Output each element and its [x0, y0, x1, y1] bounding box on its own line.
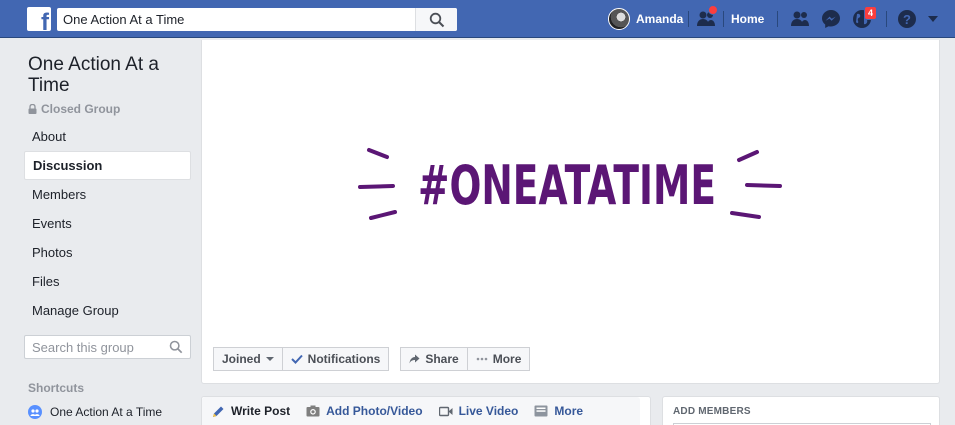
search-icon: [429, 12, 445, 28]
tab-add-photo-video[interactable]: Add Photo/Video: [306, 404, 423, 418]
avatar: [608, 8, 630, 30]
account-menu-button[interactable]: [928, 0, 938, 38]
share-button[interactable]: Share: [400, 347, 468, 371]
tab-label: More: [554, 404, 584, 418]
profile-name: Amanda: [636, 12, 684, 26]
divider: [777, 11, 778, 27]
tab-more[interactable]: More: [534, 404, 583, 418]
home-link[interactable]: Home: [731, 0, 764, 38]
friend-requests-dot: [708, 5, 718, 15]
group-sidebar: One Action At a Time Closed Group About …: [24, 40, 191, 419]
divider: [688, 11, 689, 27]
shortcut-item[interactable]: One Action At a Time: [28, 405, 191, 419]
divider: [886, 11, 887, 27]
cover-hashtag: #ONEATATIME: [418, 154, 716, 217]
checkmark-icon: [290, 354, 303, 364]
caret-down-icon: [265, 357, 274, 361]
lock-icon: [28, 104, 37, 114]
group-title[interactable]: One Action At a Time: [28, 54, 191, 96]
notifications-label: Notifications: [307, 352, 381, 366]
more-icon: [534, 405, 548, 417]
tab-label: Live Video: [458, 404, 519, 418]
sidebar-item-manage-group[interactable]: Manage Group: [24, 296, 191, 325]
caret-down-icon: [928, 16, 938, 22]
shortcut-label: One Action At a Time: [50, 405, 163, 419]
joined-label: Joined: [222, 352, 261, 366]
tab-label: Add Photo/Video: [326, 404, 423, 418]
help-button[interactable]: ?: [897, 0, 917, 38]
group-cover: #ONEATATIME Joined Notifications Share M…: [201, 40, 940, 384]
sidebar-item-members[interactable]: Members: [24, 180, 191, 209]
notifications-button[interactable]: Notifications: [282, 347, 390, 371]
search-icon[interactable]: [169, 340, 183, 354]
home-label: Home: [731, 12, 765, 26]
notifications-count-badge: 4: [864, 6, 878, 20]
post-composer: Write Post Add Photo/Video Live Video Mo…: [201, 396, 651, 425]
composer-tabs: Write Post Add Photo/Video Live Video Mo…: [202, 397, 640, 425]
messenger-button[interactable]: [821, 0, 841, 38]
privacy-label: Closed Group: [41, 102, 121, 116]
sidebar-item-about[interactable]: About: [24, 122, 191, 151]
camera-icon: [306, 405, 320, 417]
group-search-input[interactable]: [25, 336, 155, 358]
group-nav: About Discussion Members Events Photos F…: [24, 122, 191, 325]
facebook-logo-letter: f: [41, 9, 49, 32]
top-navigation-bar: f Amanda Home: [0, 0, 955, 38]
global-search-input[interactable]: [57, 8, 412, 31]
help-icon: ?: [898, 10, 916, 28]
friends-button[interactable]: [790, 0, 810, 38]
share-label: Share: [425, 352, 459, 366]
group-search: [24, 335, 191, 359]
group-privacy: Closed Group: [28, 102, 191, 116]
cover-photo: #ONEATATIME: [358, 148, 782, 220]
tab-label: Write Post: [231, 404, 291, 418]
video-camera-icon: [438, 406, 453, 416]
sidebar-item-files[interactable]: Files: [24, 267, 191, 296]
share-icon: [409, 354, 420, 364]
tab-live-video[interactable]: Live Video: [438, 404, 519, 418]
sidebar-item-discussion[interactable]: Discussion: [24, 151, 191, 180]
profile-link[interactable]: Amanda: [608, 0, 683, 38]
global-search: [57, 8, 457, 31]
more-button[interactable]: More: [467, 347, 531, 371]
group-icon: [28, 405, 42, 419]
search-button[interactable]: [415, 8, 457, 31]
group-action-buttons: Joined Notifications Share More: [213, 347, 531, 371]
divider: [723, 11, 724, 27]
shortcuts-heading: Shortcuts: [28, 381, 85, 395]
more-dots-icon: [476, 357, 488, 361]
sidebar-item-photos[interactable]: Photos: [24, 238, 191, 267]
tab-write-post[interactable]: Write Post: [212, 404, 290, 418]
svg-text:?: ?: [903, 12, 911, 27]
add-members-card: ADD MEMBERS: [662, 396, 940, 425]
more-label: More: [492, 352, 522, 366]
joined-button[interactable]: Joined: [213, 347, 283, 371]
facebook-logo[interactable]: f: [27, 7, 51, 31]
sidebar-item-events[interactable]: Events: [24, 209, 191, 238]
messenger-icon: [822, 10, 840, 28]
friends-icon: [791, 11, 809, 26]
add-members-heading: ADD MEMBERS: [673, 406, 751, 417]
pencil-icon: [213, 406, 224, 417]
